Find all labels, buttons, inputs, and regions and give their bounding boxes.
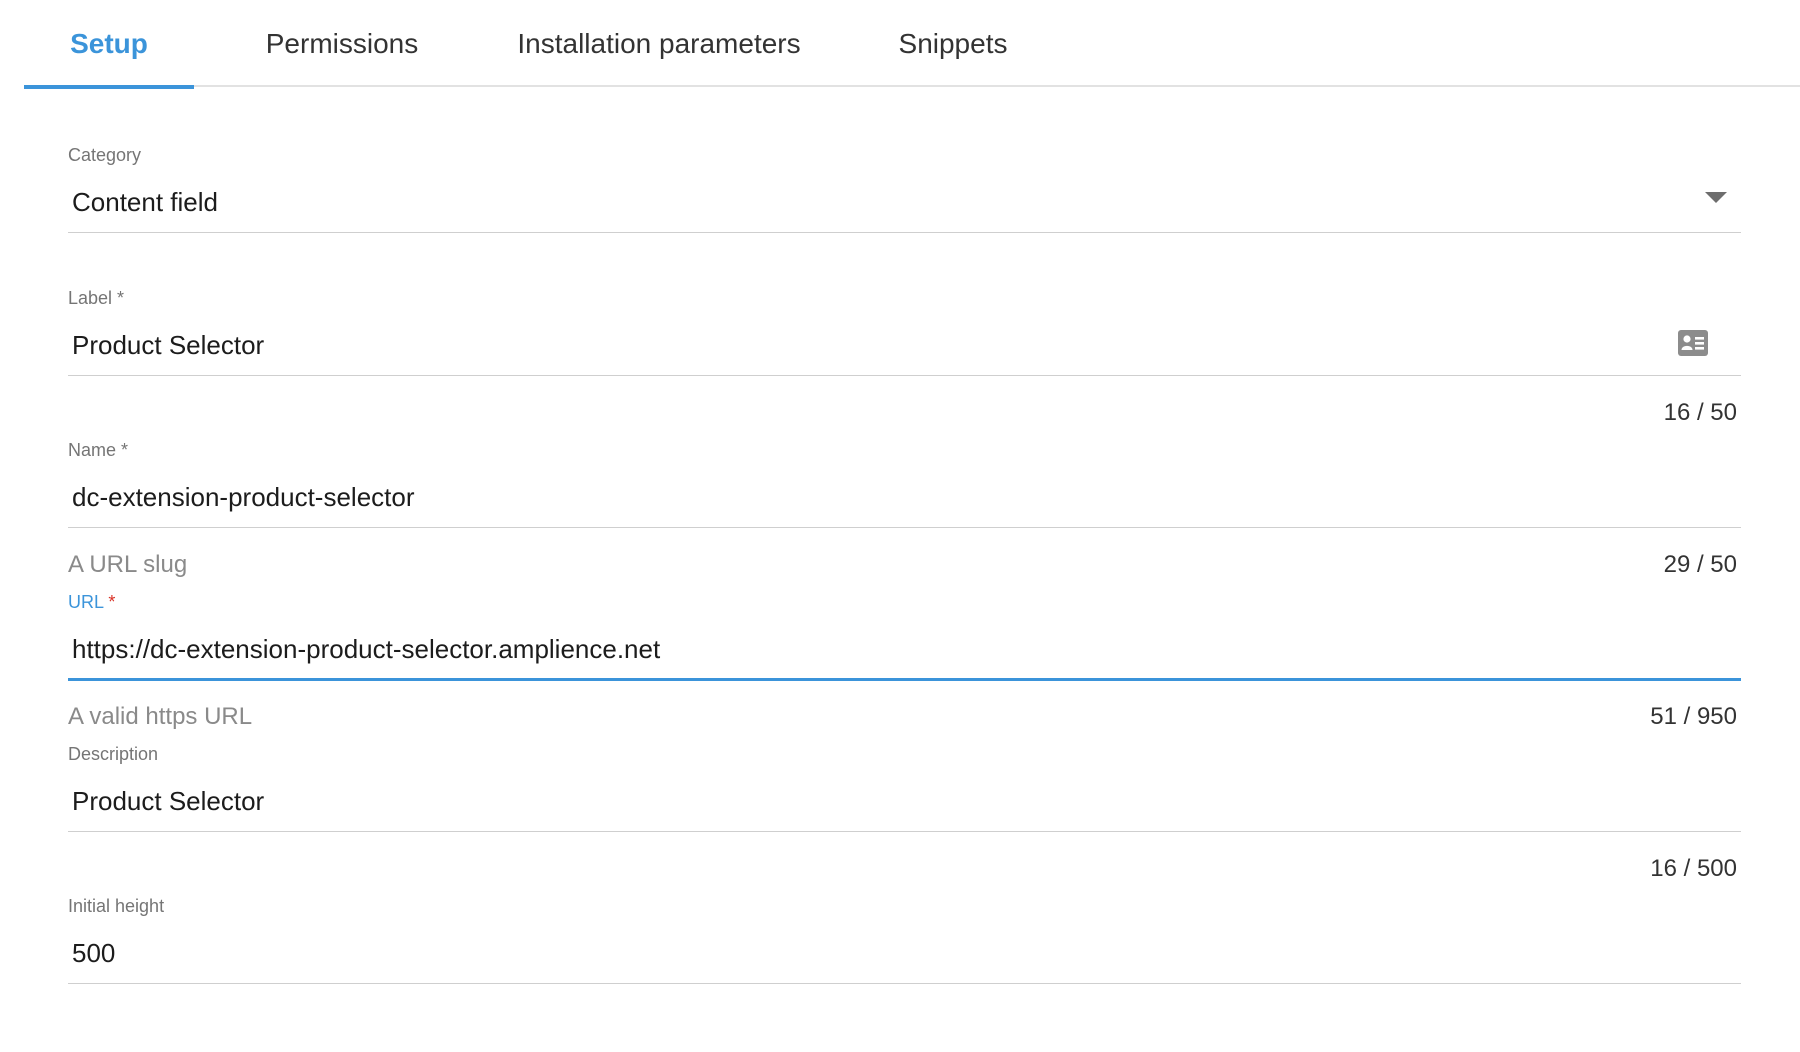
- name-input[interactable]: dc-extension-product-selector: [72, 481, 1741, 513]
- description-field-label: Description: [68, 744, 159, 764]
- name-helper-text: A URL slug: [68, 551, 188, 578]
- active-tab-indicator: [24, 85, 194, 89]
- url-input[interactable]: https://dc-extension-product-selector.am…: [72, 633, 1741, 665]
- name-field-label: Name *: [68, 440, 129, 460]
- tab-permissions[interactable]: Permissions: [240, 0, 444, 87]
- tab-snippets[interactable]: Snippets: [874, 0, 1032, 87]
- tab-installation-parameters-label: Installation parameters: [517, 27, 801, 59]
- label-field-label: Label *: [68, 288, 125, 308]
- description-underline: [68, 831, 1741, 832]
- name-underline: [68, 527, 1741, 528]
- url-char-counter: 51 / 950: [1650, 703, 1737, 730]
- category-underline: [68, 232, 1741, 233]
- description-input[interactable]: Product Selector: [72, 785, 1741, 817]
- description-char-counter: 16 / 500: [1650, 855, 1737, 882]
- tab-installation-parameters[interactable]: Installation parameters: [490, 0, 828, 87]
- tab-setup-label: Setup: [70, 27, 148, 59]
- label-char-counter: 16 / 50: [1663, 399, 1737, 426]
- required-marker: *: [108, 592, 116, 612]
- label-underline: [68, 375, 1741, 376]
- initial-height-input[interactable]: 500: [72, 937, 1741, 969]
- label-input[interactable]: Product Selector: [72, 329, 1741, 361]
- tab-snippets-label: Snippets: [898, 27, 1008, 59]
- url-field-label: URL *: [68, 591, 115, 613]
- category-label: Category: [68, 145, 142, 165]
- name-char-counter: 29 / 50: [1663, 551, 1737, 578]
- url-helper-text: A valid https URL: [68, 703, 253, 730]
- tab-bar: Setup Permissions Installation parameter…: [24, 0, 1800, 89]
- contact-card-icon[interactable]: [1677, 329, 1709, 357]
- initial-height-label: Initial height: [68, 896, 165, 916]
- chevron-down-icon[interactable]: [1705, 192, 1727, 203]
- url-underline-focused: [68, 678, 1741, 681]
- url-label-text: URL: [68, 592, 104, 612]
- initial-height-underline: [68, 983, 1741, 984]
- category-select[interactable]: Content field: [72, 186, 1741, 218]
- tab-setup[interactable]: Setup: [24, 0, 194, 89]
- tab-permissions-label: Permissions: [265, 27, 419, 59]
